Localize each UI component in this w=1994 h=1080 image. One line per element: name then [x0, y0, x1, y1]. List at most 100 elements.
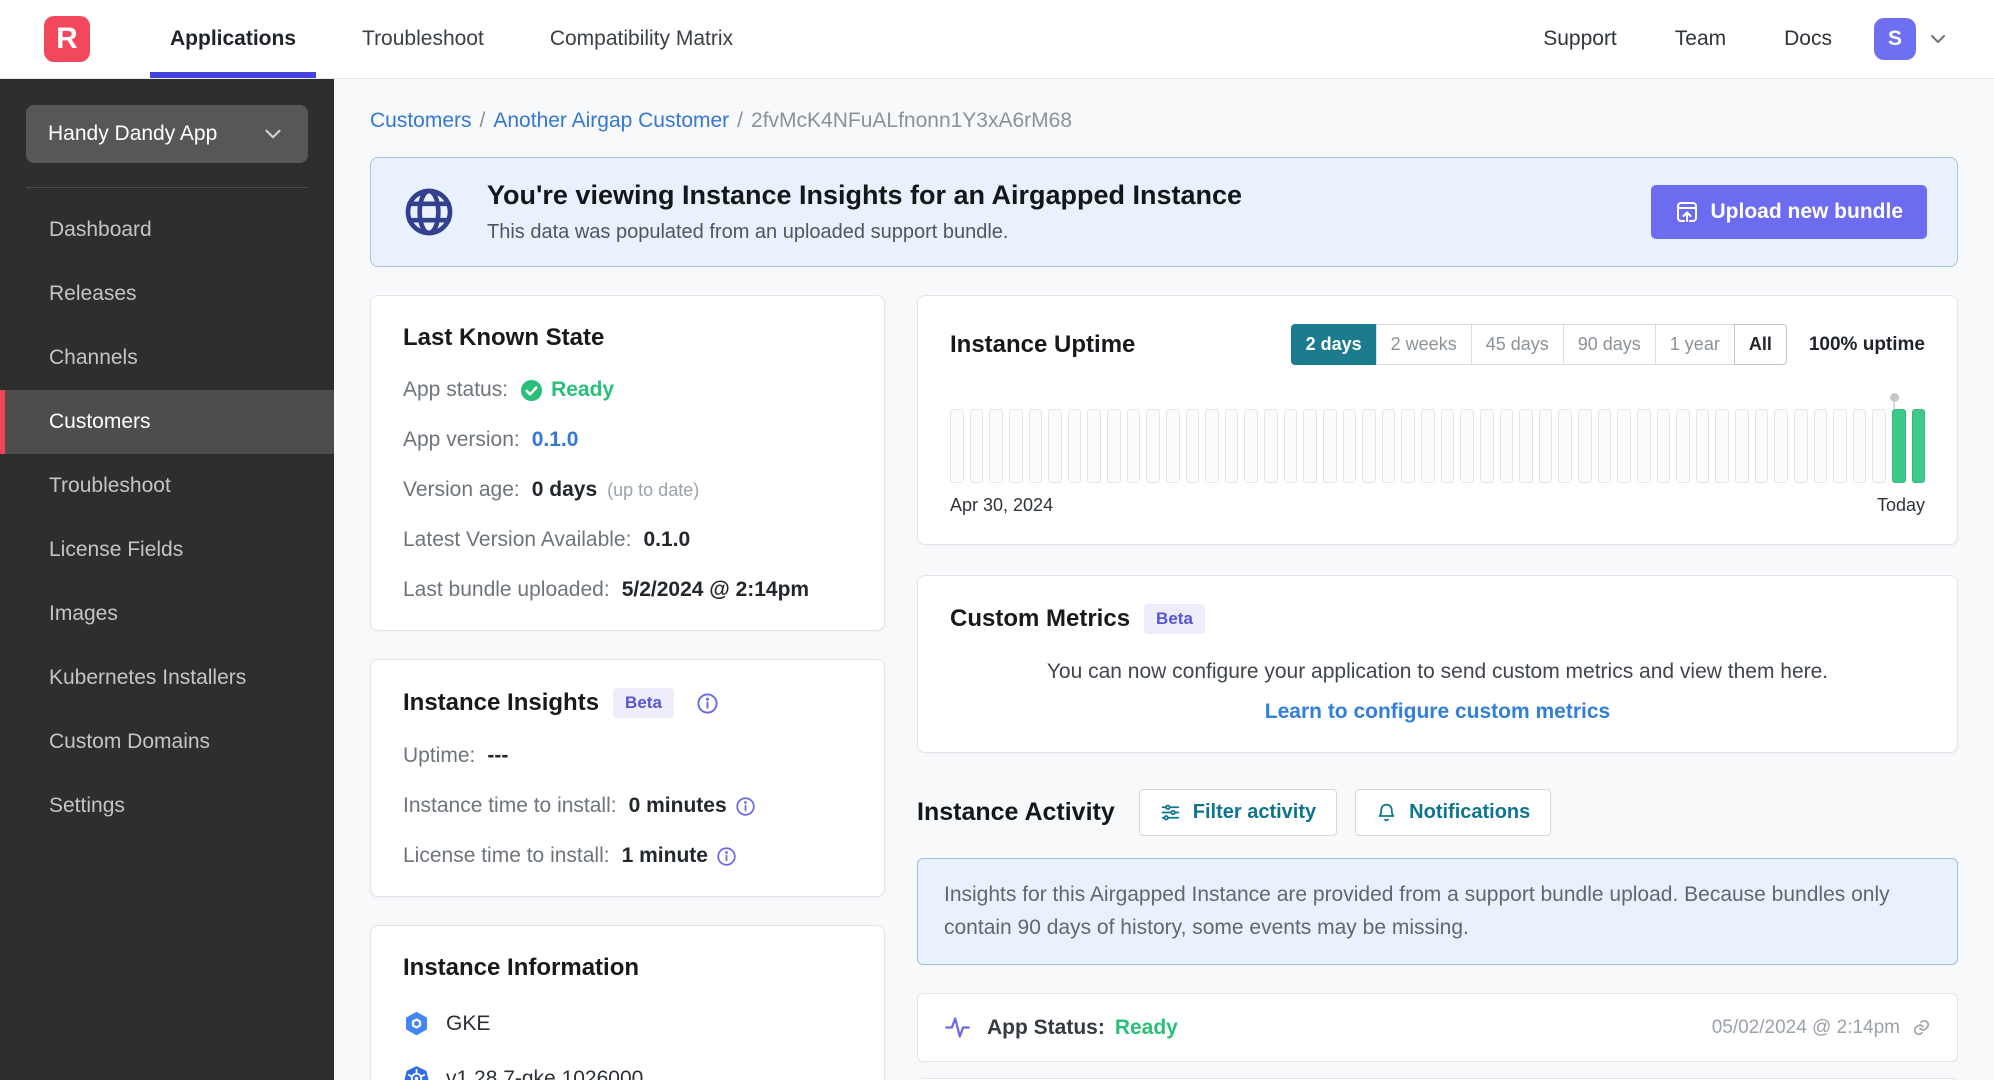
uptime-bar-empty[interactable] — [1008, 409, 1023, 483]
uptime-bar-filled[interactable] — [1911, 409, 1926, 483]
range-button-1-year[interactable]: 1 year — [1654, 324, 1735, 365]
row-value: --- — [487, 744, 509, 767]
uptime-bar-empty[interactable] — [1185, 409, 1200, 483]
uptime-bar-empty[interactable] — [1224, 409, 1239, 483]
sidebar-item-troubleshoot[interactable]: Troubleshoot — [0, 454, 334, 518]
sidebar-item-channels[interactable]: Channels — [0, 326, 334, 390]
custom-metrics-description: You can now configure your application t… — [1046, 660, 1829, 683]
info-icon[interactable] — [696, 692, 719, 715]
uptime-bar-empty[interactable] — [1597, 409, 1612, 483]
info-icon[interactable] — [735, 796, 756, 817]
replicated-logo[interactable]: R — [44, 16, 90, 62]
uptime-bar-empty[interactable] — [1852, 409, 1867, 483]
check-circle-icon — [520, 379, 543, 402]
sidebar-item-kubernetes-installers[interactable]: Kubernetes Installers — [0, 646, 334, 710]
uptime-bar-empty[interactable] — [1695, 409, 1710, 483]
chevron-down-icon[interactable] — [1926, 27, 1950, 51]
range-button-all[interactable]: All — [1733, 324, 1787, 365]
filter-activity-button[interactable]: Filter activity — [1138, 789, 1338, 836]
notifications-button[interactable]: Notifications — [1355, 789, 1552, 836]
tab-compatibility-matrix[interactable]: Compatibility Matrix — [536, 0, 747, 78]
range-button-90-days[interactable]: 90 days — [1562, 324, 1656, 365]
sidebar-item-images[interactable]: Images — [0, 582, 334, 646]
instance-uptime-card: Instance Uptime 2 days 2 weeks 45 days 90 d… — [917, 295, 1958, 545]
uptime-bar-empty[interactable] — [1322, 409, 1337, 483]
bell-icon — [1376, 802, 1397, 823]
uptime-bar-empty[interactable] — [950, 409, 964, 483]
uptime-bar-empty[interactable] — [1283, 409, 1298, 483]
uptime-bar-empty[interactable] — [1715, 409, 1729, 483]
uptime-bar-empty[interactable] — [1146, 409, 1160, 483]
uptime-bar-empty[interactable] — [1126, 409, 1141, 483]
uptime-bar-empty[interactable] — [1028, 409, 1043, 483]
uptime-bar-empty[interactable] — [1558, 409, 1572, 483]
uptime-bar-empty[interactable] — [1381, 409, 1396, 483]
avatar[interactable]: S — [1874, 18, 1916, 60]
range-button-2-weeks[interactable]: 2 weeks — [1375, 324, 1472, 365]
app-version-link[interactable]: 0.1.0 — [532, 428, 579, 452]
uptime-bar-empty[interactable] — [1833, 409, 1847, 483]
link-icon[interactable] — [1912, 1018, 1931, 1037]
uptime-bar-empty[interactable] — [1519, 409, 1533, 483]
uptime-bar-empty[interactable] — [1656, 409, 1671, 483]
uptime-bar-empty[interactable] — [1440, 409, 1455, 483]
range-button-45-days[interactable]: 45 days — [1470, 324, 1564, 365]
top-navbar: R Applications Troubleshoot Compatibility … — [0, 0, 1994, 79]
uptime-bar-empty[interactable] — [1636, 409, 1651, 483]
uptime-bar-empty[interactable] — [1774, 409, 1788, 483]
uptime-bar-empty[interactable] — [1735, 409, 1749, 483]
sidebar-item-releases[interactable]: Releases — [0, 262, 334, 326]
uptime-bar-empty[interactable] — [1479, 409, 1494, 483]
uptime-bar-empty[interactable] — [1754, 409, 1769, 483]
uptime-bar-filled[interactable] — [1892, 409, 1906, 483]
info-icon[interactable] — [716, 846, 737, 867]
uptime-bar-empty[interactable] — [1676, 409, 1690, 483]
row-label: App status: — [403, 378, 509, 401]
instance-activity-title: Instance Activity — [917, 798, 1115, 826]
uptime-bar-empty[interactable] — [1578, 409, 1592, 483]
uptime-bar-empty[interactable] — [1401, 409, 1415, 483]
breadcrumb: Customers / Another Airgap Customer / 2fvMcK… — [370, 109, 1958, 133]
header-link-support[interactable]: Support — [1543, 27, 1617, 51]
configure-custom-metrics-link[interactable]: Learn to configure custom metrics — [950, 700, 1925, 724]
app-selector-dropdown[interactable]: Handy Dandy App — [26, 105, 308, 163]
uptime-bar-empty[interactable] — [989, 409, 1003, 483]
uptime-bar-empty[interactable] — [1244, 409, 1258, 483]
breadcrumb-link[interactable]: Customers — [370, 109, 472, 132]
range-button-2-days[interactable]: 2 days — [1290, 324, 1377, 365]
uptime-bar-empty[interactable] — [1107, 409, 1121, 483]
main-tabs: Applications Troubleshoot Compatibility Ma… — [149, 0, 785, 78]
uptime-bar-empty[interactable] — [1205, 409, 1219, 483]
sidebar-item-settings[interactable]: Settings — [0, 774, 334, 838]
uptime-bar-empty[interactable] — [1793, 409, 1808, 483]
tab-applications[interactable]: Applications — [149, 0, 317, 78]
chart-end-label: Today — [1876, 495, 1925, 515]
upload-new-bundle-button[interactable]: Upload new bundle — [1650, 185, 1927, 239]
uptime-bar-empty[interactable] — [1303, 409, 1317, 483]
uptime-bar-empty[interactable] — [1087, 409, 1101, 483]
uptime-bar-empty[interactable] — [1421, 409, 1435, 483]
uptime-bar-empty[interactable] — [1538, 409, 1553, 483]
sidebar-item-custom-domains[interactable]: Custom Domains — [0, 710, 334, 774]
uptime-bar-empty[interactable] — [1048, 409, 1062, 483]
uptime-bar-empty[interactable] — [1165, 409, 1180, 483]
row-label: License time to install: — [403, 844, 610, 867]
sidebar-item-license-fields[interactable]: License Fields — [0, 518, 334, 582]
sidebar-item-customers[interactable]: Customers — [0, 390, 334, 454]
header-link-docs[interactable]: Docs — [1784, 27, 1832, 51]
uptime-bar-empty[interactable] — [1617, 409, 1631, 483]
uptime-bar-empty[interactable] — [1499, 409, 1514, 483]
header-link-team[interactable]: Team — [1675, 27, 1726, 51]
uptime-bar-empty[interactable] — [1813, 409, 1828, 483]
uptime-bar-empty[interactable] — [1362, 409, 1376, 483]
uptime-bar-empty[interactable] — [969, 409, 984, 483]
uptime-bar-empty[interactable] — [1264, 409, 1278, 483]
uptime-bar-empty[interactable] — [1067, 409, 1082, 483]
uptime-bar-empty[interactable] — [1872, 409, 1886, 483]
tab-troubleshoot[interactable]: Troubleshoot — [348, 0, 498, 78]
sidebar-item-dashboard[interactable]: Dashboard — [0, 198, 334, 262]
banner-subtitle: This data was populated from an uploaded… — [487, 221, 1009, 243]
breadcrumb-link[interactable]: Another Airgap Customer — [493, 109, 729, 132]
uptime-bar-empty[interactable] — [1460, 409, 1474, 483]
uptime-bar-empty[interactable] — [1342, 409, 1357, 483]
